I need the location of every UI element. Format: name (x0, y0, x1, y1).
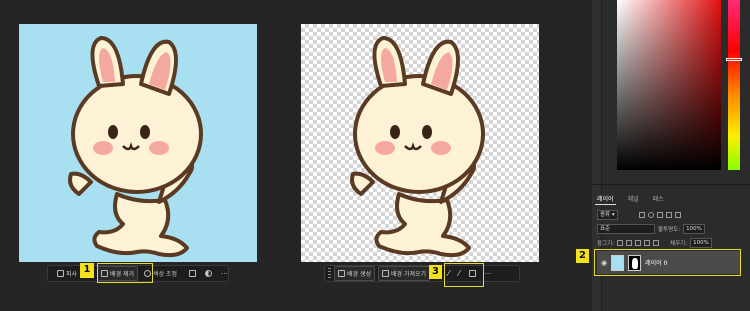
lock-label: 잠그기: (597, 241, 615, 247)
lock-position-icon[interactable] (635, 240, 642, 246)
tab-channels[interactable]: 채널 (626, 193, 641, 204)
lock-row: 잠그기: 채우기: 100% (597, 238, 712, 248)
bunny-illustration (68, 36, 203, 258)
grip-handle[interactable] (328, 268, 331, 279)
opacity-field[interactable]: 100% (683, 224, 705, 234)
original-image-canvas (19, 24, 257, 262)
hue-marker[interactable] (726, 58, 742, 61)
filter-row: 종류 ▾ (597, 210, 681, 220)
highlight-brush-tools (444, 263, 484, 287)
kind-filter-label: 종류 (600, 212, 611, 218)
color-picker-field[interactable] (617, 0, 721, 170)
step-badge-1: 1 (80, 263, 94, 278)
hue-slider[interactable] (728, 0, 740, 170)
step-badge-2: 2 (576, 249, 589, 263)
half-circle-icon (205, 270, 213, 277)
generate-background-button[interactable]: 배경 생성 (334, 266, 375, 281)
tab-paths[interactable]: 패스 (651, 193, 666, 204)
removed-background-canvas (301, 24, 539, 262)
person-icon (57, 270, 64, 277)
layers-panel-tabs: 레이어 채널 패스 (595, 192, 666, 205)
opacity-label: 불투명도: (658, 227, 681, 233)
contextual-taskbar-right: 배경 생성 배경 가져오기 ⁄ ⁄ ··· (324, 265, 520, 282)
filter-shape-icon[interactable] (665, 212, 672, 218)
image-import-icon (382, 270, 389, 277)
bunny-cutout-illustration (350, 36, 485, 258)
blend-mode-select[interactable]: 표준 (597, 224, 655, 234)
filter-type-icon[interactable] (656, 212, 663, 218)
kind-filter-select[interactable]: 종류 ▾ (597, 210, 618, 220)
import-background-button[interactable]: 배경 가져오기 (378, 266, 431, 281)
lock-artboard-icon[interactable] (644, 240, 651, 246)
filter-pixel-icon[interactable] (638, 212, 645, 218)
step-badge-3: 3 (429, 265, 442, 279)
panel-divider (592, 184, 750, 185)
fill-label: 채우기: (670, 241, 688, 247)
filter-adjust-icon[interactable] (647, 212, 654, 218)
select-subject-button[interactable]: 피사 (54, 267, 80, 280)
lock-all-icon[interactable] (653, 240, 660, 246)
transform-icon (189, 270, 197, 277)
highlight-remove-background (97, 263, 153, 283)
tab-layers[interactable]: 레이어 (595, 193, 616, 205)
fill-field[interactable]: 100% (690, 238, 712, 248)
transform-button[interactable] (186, 267, 199, 280)
lock-transparency-icon[interactable] (617, 240, 624, 246)
blend-row: 표준 불투명도: 100% (597, 224, 705, 234)
image-icon (338, 270, 345, 277)
filter-smart-icon[interactable] (674, 212, 681, 218)
highlight-layer-row (594, 249, 741, 276)
more-options-button[interactable]: ··· (218, 267, 231, 280)
adjustment-layer-button[interactable] (202, 267, 215, 280)
blend-mode-value: 표준 (600, 226, 611, 232)
lock-image-icon[interactable] (626, 240, 633, 246)
